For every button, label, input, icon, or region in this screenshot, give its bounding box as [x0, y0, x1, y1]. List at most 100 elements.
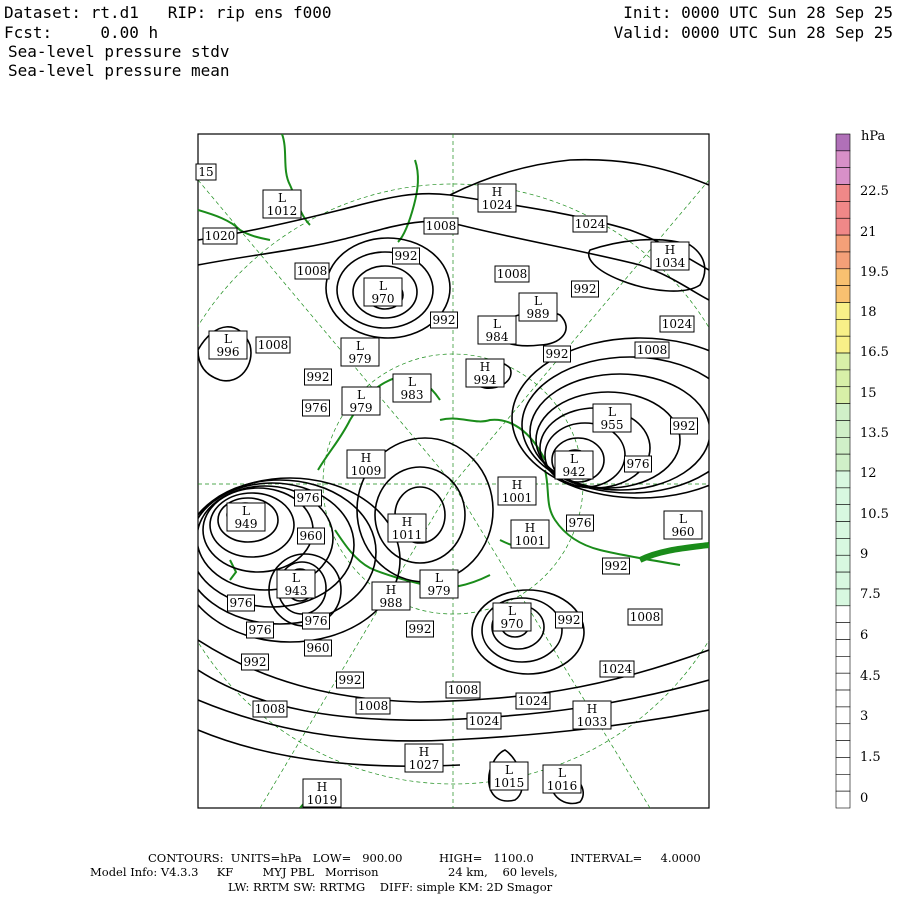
low-pressure-label: L1016	[542, 764, 582, 794]
isobar-value-label: 960	[304, 639, 332, 657]
low-pressure-label: L970	[363, 277, 403, 307]
colorbar-cell	[835, 740, 851, 758]
svg-text:955: 955	[601, 418, 624, 432]
isobar-value-label: 1008	[634, 341, 670, 359]
svg-text:949: 949	[235, 517, 258, 531]
isobar-value-label: 976	[302, 399, 330, 417]
svg-text:1027: 1027	[409, 758, 440, 772]
isobar-value-label: 1008	[423, 217, 459, 235]
colorbar-cell	[835, 335, 851, 354]
svg-text:943: 943	[285, 584, 308, 598]
isobar-value-label: 992	[430, 311, 458, 329]
svg-text:15: 15	[198, 165, 213, 179]
isobar-value-label: 960	[297, 527, 325, 545]
svg-text:992: 992	[558, 613, 581, 627]
colorbar-cell	[835, 436, 851, 455]
svg-text:1008: 1008	[637, 343, 668, 357]
svg-text:H: H	[386, 583, 396, 597]
low-pressure-label: L949	[226, 502, 266, 532]
colorbar-cell	[835, 622, 851, 640]
isobar-value-label: 1008	[294, 262, 330, 280]
svg-text:992: 992	[673, 419, 696, 433]
svg-text:L: L	[435, 571, 443, 585]
svg-text:942: 942	[563, 465, 586, 479]
footer-model-info: Model Info: V4.3.3 KF MYJ PBL Morrison 2…	[90, 865, 558, 879]
svg-text:L: L	[493, 317, 501, 331]
colorbar-tick-label: 7.5	[860, 587, 881, 602]
colorbar-cell	[835, 386, 851, 404]
isobar-value-label: 1024	[466, 712, 502, 730]
colorbar-cell	[835, 302, 851, 320]
colorbar-cell	[835, 453, 851, 472]
isobar-value-label: 992	[304, 368, 332, 386]
svg-text:979: 979	[349, 352, 372, 366]
colorbar-cell	[835, 757, 851, 775]
low-pressure-label: L1015	[489, 761, 529, 791]
high-pressure-label: H1034	[650, 241, 690, 271]
svg-text:976: 976	[297, 491, 320, 505]
svg-text:H: H	[665, 243, 675, 257]
svg-text:L: L	[224, 332, 232, 346]
isobar-value-label: 1008	[355, 697, 391, 715]
svg-text:1024: 1024	[518, 694, 549, 708]
colorbar: hPa 22.5 21 19.5 18 16.5 15 13.5 12 10.5 9 7.5 6 4.5…	[835, 129, 889, 809]
colorbar-tick-label: 10.5	[860, 507, 889, 522]
colorbar-cell	[835, 521, 851, 539]
colorbar-cell	[835, 167, 851, 185]
svg-text:1024: 1024	[482, 198, 513, 212]
svg-text:L: L	[242, 504, 250, 518]
svg-text:L: L	[508, 604, 516, 618]
footer-physics: LW: RRTM SW: RRTMG DIFF: simple KM: 2D S…	[228, 880, 553, 894]
svg-text:992: 992	[307, 370, 330, 384]
colorbar-tick-label: 12	[860, 466, 877, 481]
colorbar-cell	[835, 706, 851, 725]
isobar-value-label: 976	[624, 455, 652, 473]
svg-text:960: 960	[300, 529, 323, 543]
colorbar-cell	[835, 571, 851, 590]
low-pressure-label: L1012	[262, 189, 302, 219]
svg-text:H: H	[361, 451, 371, 465]
low-pressure-label: L943	[276, 569, 316, 599]
svg-text:992: 992	[433, 313, 456, 327]
colorbar-tick-label: 22.5	[860, 184, 889, 199]
svg-text:960: 960	[307, 641, 330, 655]
high-pressure-label: H1001	[497, 476, 537, 506]
svg-text:1001: 1001	[502, 491, 533, 505]
colorbar-cell	[835, 268, 851, 286]
colorbar-cell	[835, 251, 851, 270]
svg-text:H: H	[402, 515, 412, 529]
colorbar-tick-label: 3	[860, 709, 868, 724]
colorbar-tick-label: 21	[860, 225, 877, 240]
low-pressure-label: L979	[340, 337, 380, 367]
low-pressure-label: L989	[518, 292, 558, 322]
low-pressure-label: L983	[392, 373, 432, 403]
isobar-value-label: 992	[670, 417, 698, 435]
svg-text:H: H	[587, 702, 597, 716]
high-pressure-label: H1033	[572, 700, 612, 730]
colorbar-cell	[835, 217, 851, 236]
colorbar-cell	[835, 352, 851, 371]
svg-text:L: L	[357, 388, 365, 402]
svg-text:1008: 1008	[258, 338, 289, 352]
isobar-value-label: 1008	[255, 336, 291, 354]
svg-text:L: L	[292, 571, 300, 585]
isobar-value-label: 1020	[202, 227, 238, 245]
high-pressure-label: H994	[465, 358, 505, 388]
svg-text:L: L	[679, 512, 687, 526]
svg-text:1008: 1008	[426, 219, 457, 233]
low-pressure-label: L996	[208, 330, 248, 360]
low-pressure-label: L979	[419, 569, 459, 599]
svg-text:1012: 1012	[267, 204, 298, 218]
high-pressure-label: H1027	[404, 743, 444, 773]
svg-text:992: 992	[409, 622, 432, 636]
svg-text:996: 996	[217, 345, 240, 359]
svg-text:H: H	[480, 360, 490, 374]
low-pressure-label: L955	[592, 403, 632, 433]
high-pressure-label: H1019	[302, 778, 342, 808]
svg-text:1034: 1034	[655, 256, 686, 270]
colorbar-cell	[835, 538, 851, 556]
isobar-value-label: 1008	[445, 681, 481, 699]
colorbar-cell	[835, 133, 851, 152]
high-pressure-label: H1024	[477, 183, 517, 213]
high-pressure-label: H988	[371, 581, 411, 611]
